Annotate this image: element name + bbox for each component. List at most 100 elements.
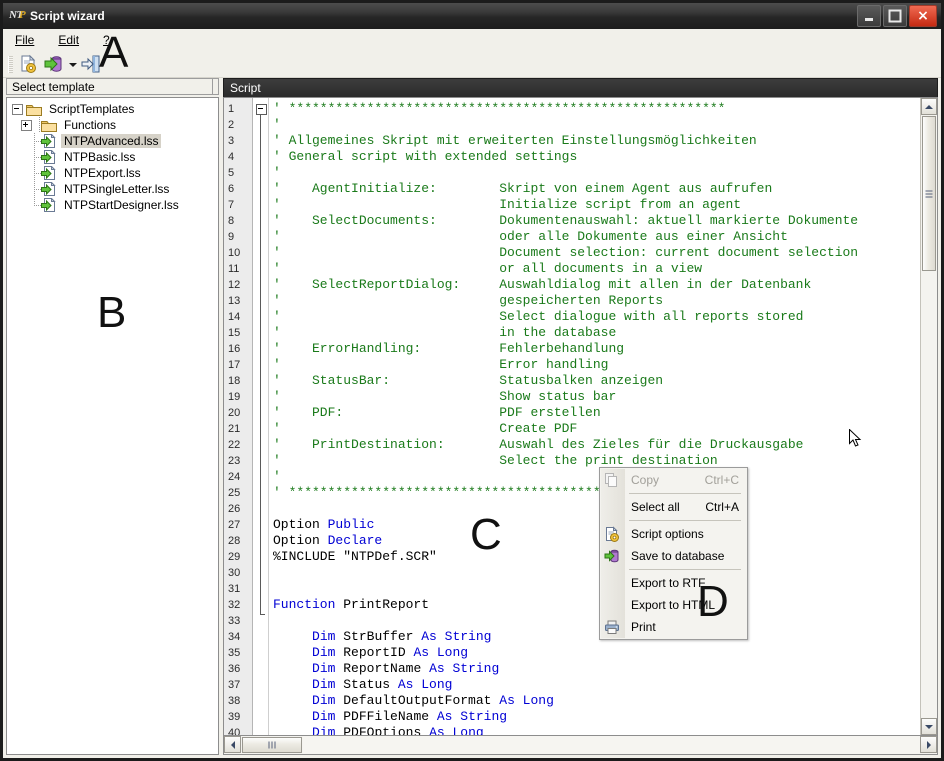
code-line: ' bbox=[269, 469, 920, 485]
code-line: ' Show status bar bbox=[269, 389, 920, 405]
line-number: 24 bbox=[228, 471, 241, 483]
save-to-database-icon bbox=[604, 548, 620, 564]
code-line: ' **************************************… bbox=[269, 101, 920, 117]
tree-item-ntpstartdesigner[interactable]: NTPStartDesigner.lss bbox=[7, 197, 218, 213]
code-segment: ' or all documents in a view bbox=[273, 261, 703, 276]
code-line: Option Declare bbox=[269, 533, 920, 549]
arrow-cursor-icon bbox=[849, 428, 862, 447]
minimize-button[interactable] bbox=[857, 5, 881, 27]
horizontal-scroll-thumb[interactable] bbox=[242, 737, 302, 753]
code-segment: Dim bbox=[312, 661, 344, 676]
close-icon: × bbox=[917, 8, 929, 24]
context-menu-item-accel: Ctrl+C bbox=[704, 473, 739, 487]
close-button[interactable]: × bbox=[909, 5, 937, 27]
code-line: ' bbox=[269, 117, 920, 133]
context-menu-item-select-all[interactable]: Select all Ctrl+A bbox=[600, 496, 747, 518]
select-template-header: Select template bbox=[6, 78, 219, 95]
menu-item-edit-label: Edit bbox=[58, 32, 80, 47]
code-line: ' bbox=[269, 165, 920, 181]
line-number: 15 bbox=[228, 327, 241, 339]
new-script-button[interactable] bbox=[17, 53, 40, 75]
script-file-icon bbox=[41, 182, 57, 196]
code-segment: Dim bbox=[312, 645, 344, 660]
code-line: ' General script with extended settings bbox=[269, 149, 920, 165]
code-line: Dim PDFFileName As String bbox=[269, 709, 920, 725]
tree-item-ntpadvanced[interactable]: NTPAdvanced.lss bbox=[7, 133, 218, 149]
line-number: 1 bbox=[228, 103, 235, 115]
tree-item-label: NTPStartDesigner.lss bbox=[64, 198, 179, 212]
line-number: 14 bbox=[228, 311, 241, 323]
tree-item-label: ScriptTemplates bbox=[49, 102, 135, 116]
line-number-gutter: 1 2 3 4 5 6 7 8 9 10 11 12 13 14 15 16 17 18 19 20 21 22 23 24 2… bbox=[224, 98, 253, 735]
line-number: 7 bbox=[228, 199, 235, 211]
vertical-scrollbar[interactable] bbox=[920, 98, 937, 735]
tree-item-label: Functions bbox=[64, 118, 117, 132]
code-segment: ' ErrorHandling: Fehlerbehandlung bbox=[273, 341, 625, 356]
code-segment: ' SelectReportDialog: Auswahldialog mit … bbox=[273, 277, 812, 292]
script-file-icon bbox=[41, 150, 57, 164]
code-line: ' gespeicherten Reports bbox=[269, 293, 920, 309]
toolbar-grip[interactable] bbox=[8, 55, 13, 73]
code-segment: Dim bbox=[312, 629, 344, 644]
code-segment: ' Create PDF bbox=[273, 421, 578, 436]
context-menu-item-copy[interactable]: Copy Ctrl+C bbox=[600, 469, 747, 491]
scroll-down-button[interactable] bbox=[921, 718, 937, 735]
code-segment: Option bbox=[273, 533, 328, 548]
maximize-button[interactable] bbox=[883, 5, 907, 27]
menu-item-edit[interactable]: Edit bbox=[54, 31, 89, 49]
context-menu-item-label: Print bbox=[631, 620, 656, 634]
save-to-database-button[interactable] bbox=[42, 53, 65, 75]
code-segment: StrBuffer bbox=[343, 629, 422, 644]
line-number: 22 bbox=[228, 439, 241, 451]
vertical-scroll-thumb[interactable] bbox=[922, 116, 936, 271]
script-editor[interactable]: 1 2 3 4 5 6 7 8 9 10 11 12 13 14 15 16 17 18 19 20 21 22 23 24 2… bbox=[223, 97, 938, 736]
tree-item-ntpbasic[interactable]: NTPBasic.lss bbox=[7, 149, 218, 165]
fold-collapse-icon[interactable] bbox=[256, 104, 267, 115]
line-number: 5 bbox=[228, 167, 235, 179]
line-number: 11 bbox=[228, 263, 240, 275]
code-segment: PDFOptions bbox=[343, 725, 430, 735]
horizontal-scrollbar[interactable] bbox=[223, 736, 938, 755]
mouse-cursor bbox=[849, 428, 863, 452]
chevron-right-icon bbox=[926, 740, 931, 749]
context-menu-item-script-options[interactable]: Script options bbox=[600, 523, 747, 545]
line-number: 16 bbox=[228, 343, 241, 355]
tree-item-scripttemplates[interactable]: ScriptTemplates bbox=[7, 101, 218, 117]
line-number: 21 bbox=[228, 423, 241, 435]
chevron-left-icon bbox=[230, 740, 235, 749]
tree-line bbox=[30, 149, 41, 165]
line-number: 18 bbox=[228, 375, 241, 387]
grip-icon bbox=[268, 741, 276, 749]
expander-minus-icon[interactable] bbox=[12, 103, 23, 115]
expander-plus-icon[interactable] bbox=[21, 119, 32, 131]
code-segment: PDFFileName bbox=[343, 709, 437, 724]
context-menu-item-save-to-database[interactable]: Save to database bbox=[600, 545, 747, 567]
scroll-up-button[interactable] bbox=[921, 98, 937, 115]
tree-item-ntpsingleletter[interactable]: NTPSingleLetter.lss bbox=[7, 181, 218, 197]
code-line: ' Error handling bbox=[269, 357, 920, 373]
code-segment: Dim bbox=[312, 693, 344, 708]
scroll-left-button[interactable] bbox=[224, 736, 241, 753]
toolbar-dropdown-button[interactable] bbox=[67, 53, 78, 75]
code-line: Option Public bbox=[269, 517, 920, 533]
line-number: 38 bbox=[228, 695, 241, 707]
code-segment: PrintReport bbox=[343, 597, 430, 612]
code-segment: ' Show status bar bbox=[273, 389, 617, 404]
horizontal-scroll-track[interactable] bbox=[303, 736, 920, 754]
scroll-right-button[interactable] bbox=[920, 736, 937, 753]
code-segment: ' SelectDocuments: Dokumentenauswahl: ak… bbox=[273, 213, 859, 228]
new-script-icon bbox=[21, 54, 36, 73]
code-segment: ' General script with extended settings bbox=[273, 149, 578, 164]
tree-item-functions[interactable]: Functions bbox=[7, 117, 218, 133]
code-text[interactable]: ' **************************************… bbox=[269, 98, 920, 735]
copy-icon bbox=[604, 472, 620, 488]
template-tree[interactable]: ScriptTemplates Functions NTPAdvanced.ls… bbox=[6, 97, 219, 755]
tree-item-ntpexport[interactable]: NTPExport.lss bbox=[7, 165, 218, 181]
menu-separator bbox=[629, 493, 741, 494]
line-number: 13 bbox=[228, 295, 241, 307]
menu-item-file[interactable]: File bbox=[11, 31, 44, 49]
fold-margin[interactable] bbox=[253, 98, 269, 735]
